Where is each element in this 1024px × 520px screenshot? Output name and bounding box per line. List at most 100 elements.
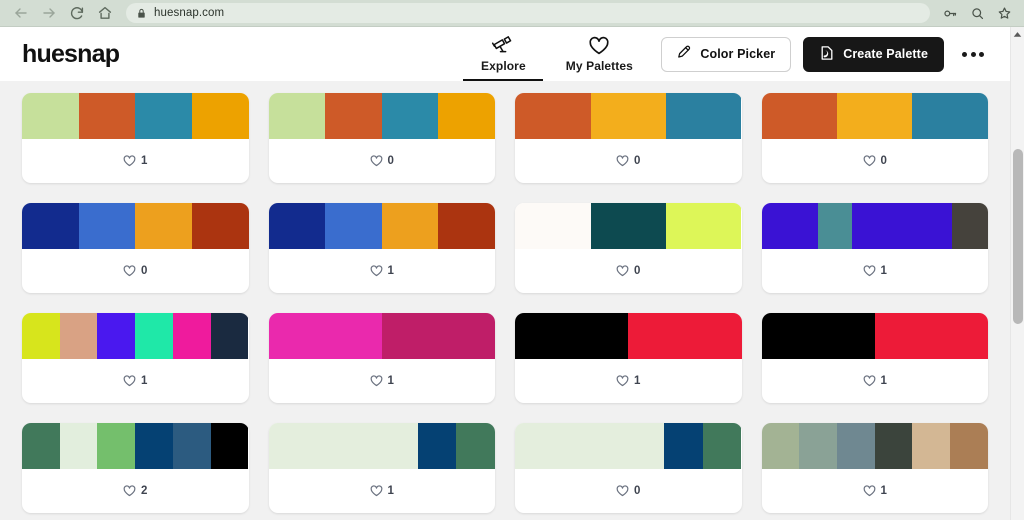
color-swatch[interactable]: [951, 203, 988, 249]
color-swatch[interactable]: [515, 203, 591, 249]
palette-card[interactable]: 1: [761, 203, 988, 293]
heart-icon[interactable]: [616, 375, 629, 387]
palette-card[interactable]: 1: [268, 423, 495, 513]
color-swatch[interactable]: [325, 203, 382, 249]
color-swatch[interactable]: [590, 203, 666, 249]
color-swatch[interactable]: [761, 313, 875, 359]
color-swatch[interactable]: [268, 93, 326, 139]
palette-card[interactable]: 0: [515, 423, 742, 513]
color-swatch[interactable]: [438, 93, 495, 139]
palette-card[interactable]: 1: [761, 313, 988, 403]
color-swatch[interactable]: [135, 313, 173, 359]
color-swatch[interactable]: [78, 203, 136, 249]
color-swatch[interactable]: [268, 313, 382, 359]
color-swatch[interactable]: [172, 313, 211, 359]
color-swatch[interactable]: [381, 93, 439, 139]
color-swatch[interactable]: [836, 423, 875, 469]
color-swatch[interactable]: [761, 423, 800, 469]
color-swatch[interactable]: [912, 423, 951, 469]
heart-icon[interactable]: [616, 265, 629, 277]
palette-card[interactable]: 0: [515, 203, 742, 293]
color-swatch[interactable]: [665, 203, 742, 249]
color-swatch[interactable]: [665, 93, 742, 139]
heart-icon[interactable]: [863, 375, 876, 387]
color-swatch[interactable]: [515, 93, 591, 139]
color-swatch[interactable]: [22, 423, 60, 469]
color-swatch[interactable]: [874, 313, 988, 359]
color-swatch[interactable]: [761, 203, 819, 249]
palette-card[interactable]: 0: [515, 93, 742, 183]
heart-icon[interactable]: [863, 485, 876, 497]
color-swatch[interactable]: [22, 93, 79, 139]
nav-item-my-palettes[interactable]: My Palettes: [551, 27, 647, 81]
color-swatch[interactable]: [191, 93, 249, 139]
heart-icon[interactable]: [863, 155, 876, 167]
color-swatch[interactable]: [135, 93, 192, 139]
color-swatch[interactable]: [515, 313, 629, 359]
heart-icon[interactable]: [370, 485, 383, 497]
back-arrow-icon[interactable]: [8, 1, 34, 25]
star-icon[interactable]: [992, 1, 1016, 25]
color-swatch[interactable]: [97, 313, 135, 359]
color-swatch[interactable]: [325, 93, 382, 139]
color-swatch[interactable]: [515, 423, 665, 469]
color-swatch[interactable]: [210, 313, 249, 359]
heart-icon[interactable]: [616, 155, 629, 167]
color-swatch[interactable]: [59, 313, 98, 359]
color-swatch[interactable]: [664, 423, 703, 469]
color-swatch[interactable]: [950, 423, 988, 469]
color-swatch[interactable]: [852, 203, 952, 249]
heart-icon[interactable]: [863, 265, 876, 277]
heart-icon[interactable]: [370, 265, 383, 277]
color-swatch[interactable]: [912, 93, 988, 139]
color-swatch[interactable]: [417, 423, 457, 469]
heart-icon[interactable]: [616, 485, 629, 497]
color-swatch[interactable]: [22, 313, 60, 359]
palette-card[interactable]: 0: [761, 93, 988, 183]
color-swatch[interactable]: [381, 313, 495, 359]
page-scrollbar[interactable]: [1010, 27, 1024, 520]
key-icon[interactable]: [938, 1, 962, 25]
color-swatch[interactable]: [135, 203, 192, 249]
color-swatch[interactable]: [97, 423, 135, 469]
heart-icon[interactable]: [370, 375, 383, 387]
color-swatch[interactable]: [761, 93, 837, 139]
address-bar[interactable]: huesnap.com: [126, 3, 930, 23]
color-swatch[interactable]: [381, 203, 439, 249]
scroll-up-arrow-icon[interactable]: [1011, 27, 1024, 41]
color-swatch[interactable]: [59, 423, 98, 469]
color-swatch[interactable]: [818, 203, 853, 249]
reload-icon[interactable]: [64, 1, 90, 25]
heart-icon[interactable]: [123, 155, 136, 167]
color-swatch[interactable]: [590, 93, 666, 139]
color-swatch[interactable]: [702, 423, 742, 469]
heart-icon[interactable]: [123, 375, 136, 387]
color-swatch[interactable]: [172, 423, 211, 469]
color-swatch[interactable]: [78, 93, 136, 139]
palette-card[interactable]: 1: [22, 313, 249, 403]
heart-icon[interactable]: [123, 485, 136, 497]
palette-card[interactable]: 0: [22, 203, 249, 293]
more-options-icon[interactable]: [958, 44, 988, 65]
palette-card[interactable]: 1: [761, 423, 988, 513]
palette-card[interactable]: 0: [268, 93, 495, 183]
heart-icon[interactable]: [370, 155, 383, 167]
scrollbar-thumb[interactable]: [1013, 149, 1023, 324]
color-swatch[interactable]: [874, 423, 913, 469]
color-swatch[interactable]: [268, 423, 418, 469]
forward-arrow-icon[interactable]: [36, 1, 62, 25]
search-icon[interactable]: [965, 1, 989, 25]
color-picker-button[interactable]: Color Picker: [661, 36, 792, 72]
palette-card[interactable]: 1: [268, 313, 495, 403]
palette-card[interactable]: 2: [22, 423, 249, 513]
color-swatch[interactable]: [268, 203, 326, 249]
color-swatch[interactable]: [22, 203, 79, 249]
site-logo[interactable]: huesnap: [22, 40, 120, 69]
palette-card[interactable]: 1: [22, 93, 249, 183]
nav-item-explore[interactable]: Explore: [455, 27, 551, 81]
home-icon[interactable]: [92, 1, 118, 25]
color-swatch[interactable]: [438, 203, 495, 249]
color-swatch[interactable]: [210, 423, 249, 469]
color-swatch[interactable]: [456, 423, 495, 469]
palette-card[interactable]: 1: [515, 313, 742, 403]
